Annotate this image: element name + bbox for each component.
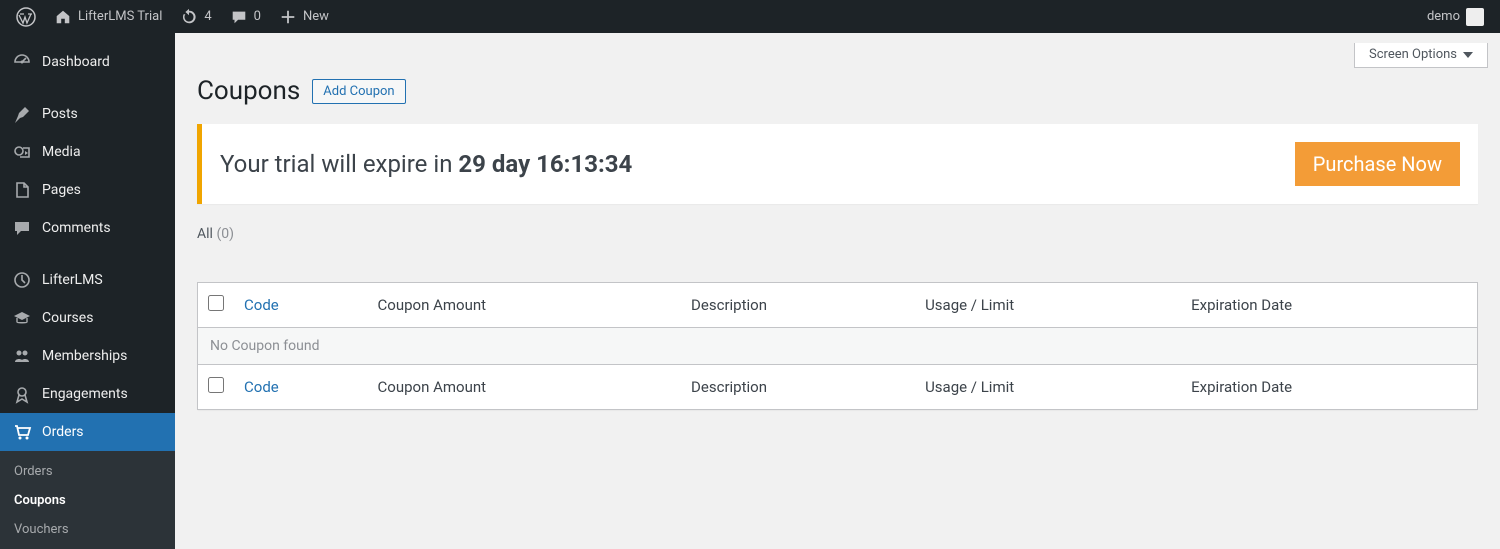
sidebar-item-engagements[interactable]: Engagements	[0, 375, 175, 413]
home-icon	[54, 8, 72, 26]
purchase-now-button[interactable]: Purchase Now	[1295, 142, 1460, 186]
column-code-footer[interactable]: Code	[244, 378, 279, 396]
filter-all-link[interactable]: All (0)	[197, 226, 234, 242]
comments-count: 0	[254, 9, 261, 24]
sidebar-item-memberships[interactable]: Memberships	[0, 337, 175, 375]
new-label: New	[303, 9, 329, 24]
sidebar-item-label: Engagements	[42, 386, 128, 402]
sidebar-item-comments[interactable]: Comments	[0, 209, 175, 247]
site-name-link[interactable]: LifterLMS Trial	[46, 0, 170, 33]
screen-options-toggle[interactable]: Screen Options	[1354, 43, 1488, 68]
group-icon	[12, 346, 32, 366]
update-icon	[180, 8, 198, 26]
comment-icon	[12, 218, 32, 238]
column-amount-footer: Coupon Amount	[368, 365, 682, 410]
column-expiration: Expiration Date	[1181, 283, 1477, 328]
sidebar-item-media[interactable]: Media	[0, 133, 175, 171]
sidebar-item-label: Courses	[42, 310, 93, 326]
page-title: Coupons	[197, 76, 300, 106]
page-icon	[12, 180, 32, 200]
chevron-down-icon	[1463, 52, 1473, 58]
filter-all-count: (0)	[216, 226, 234, 242]
main-content: Screen Options Coupons Add Coupon Your t…	[175, 0, 1500, 410]
comment-bubble-icon	[230, 8, 248, 26]
sidebar-item-label: Pages	[42, 182, 81, 198]
sidebar-item-posts[interactable]: Posts	[0, 95, 175, 133]
wordpress-icon	[16, 7, 36, 27]
sidebar-item-label: LifterLMS	[42, 272, 103, 288]
column-usage-footer: Usage / Limit	[915, 365, 1181, 410]
select-all-checkbox[interactable]	[208, 295, 224, 311]
pin-icon	[12, 104, 32, 124]
user-display-name: demo	[1427, 9, 1460, 24]
empty-message: No Coupon found	[198, 328, 1478, 365]
sidebar-item-label: Memberships	[42, 348, 127, 364]
submenu-item-vouchers[interactable]: Vouchers	[0, 515, 175, 544]
award-icon	[12, 384, 32, 404]
dashboard-icon	[12, 52, 32, 72]
grad-cap-icon	[12, 308, 32, 328]
column-usage: Usage / Limit	[915, 283, 1181, 328]
trial-prefix: Your trial will expire in	[220, 150, 458, 178]
trial-notice: Your trial will expire in 29 day 16:13:3…	[197, 124, 1478, 204]
comments-link[interactable]: 0	[222, 0, 269, 33]
cart-icon	[12, 422, 32, 442]
updates-count: 4	[204, 9, 211, 24]
sidebar-item-label: Orders	[42, 424, 84, 440]
column-description-footer: Description	[681, 365, 915, 410]
avatar	[1466, 8, 1484, 26]
sidebar-item-lifterlms[interactable]: LifterLMS	[0, 261, 175, 299]
lifterlms-icon	[12, 270, 32, 290]
column-code[interactable]: Code	[244, 296, 279, 314]
media-icon	[12, 142, 32, 162]
sidebar-item-courses[interactable]: Courses	[0, 299, 175, 337]
sidebar-item-pages[interactable]: Pages	[0, 171, 175, 209]
add-coupon-button[interactable]: Add Coupon	[312, 79, 405, 104]
submenu-item-orders[interactable]: Orders	[0, 457, 175, 486]
wp-logo[interactable]	[8, 0, 44, 33]
column-expiration-footer: Expiration Date	[1181, 365, 1477, 410]
admin-sidebar: Dashboard Posts Media Pages Comments Lif…	[0, 33, 175, 549]
plus-icon	[279, 8, 297, 26]
trial-countdown: 29 day 16:13:34	[458, 150, 632, 178]
sidebar-item-orders[interactable]: Orders	[0, 413, 175, 451]
updates-link[interactable]: 4	[172, 0, 219, 33]
table-empty-row: No Coupon found	[198, 328, 1478, 365]
admin-bar: LifterLMS Trial 4 0 New demo	[0, 0, 1500, 33]
sidebar-item-label: Media	[42, 144, 81, 160]
column-amount: Coupon Amount	[368, 283, 682, 328]
my-account-link[interactable]: demo	[1419, 0, 1492, 33]
submenu-item-coupons[interactable]: Coupons	[0, 486, 175, 515]
select-all-checkbox-footer[interactable]	[208, 377, 224, 393]
sidebar-item-label: Comments	[42, 220, 111, 236]
sidebar-item-dashboard[interactable]: Dashboard	[0, 43, 175, 81]
sidebar-item-label: Dashboard	[42, 54, 110, 70]
sidebar-item-label: Posts	[42, 106, 78, 122]
new-content-link[interactable]: New	[271, 0, 337, 33]
trial-text: Your trial will expire in 29 day 16:13:3…	[220, 150, 632, 178]
site-title: LifterLMS Trial	[78, 9, 162, 24]
sidebar-submenu: Orders Coupons Vouchers	[0, 451, 175, 549]
coupons-table: Code Coupon Amount Description Usage / L…	[197, 282, 1478, 410]
screen-options-label: Screen Options	[1369, 47, 1457, 62]
column-description: Description	[681, 283, 915, 328]
status-filter: All (0)	[197, 226, 1478, 242]
